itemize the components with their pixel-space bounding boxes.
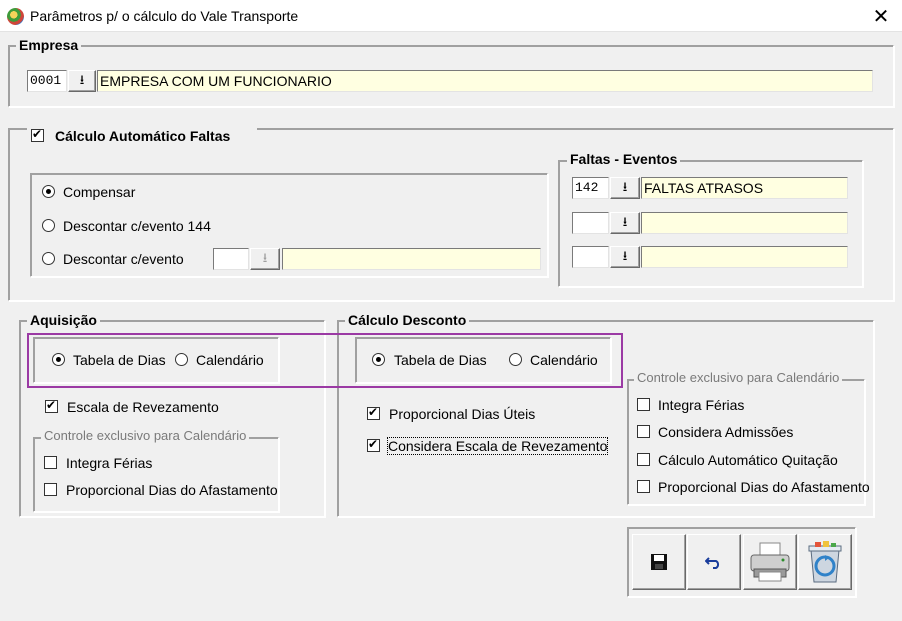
label-descontar-evento: Descontar c/evento <box>63 251 184 267</box>
calculo-quitacao-label: Cálculo Automático Quitação <box>658 452 838 468</box>
download-arrow-icon: ⭳ <box>622 215 628 230</box>
escala-revezamento-checkbox[interactable] <box>45 398 58 413</box>
evento-desc-field-3 <box>641 246 848 268</box>
faltas-checkbox-label: Cálculo Automático Faltas <box>55 128 231 144</box>
label-compensar: Compensar <box>63 184 136 200</box>
descontar-evento-code-input[interactable] <box>213 248 249 270</box>
calculo-desconto-legend: Cálculo Desconto <box>345 312 470 328</box>
undo-button[interactable] <box>687 534 741 590</box>
close-icon[interactable]: ✕ <box>868 1 894 31</box>
label-descontar-144: Descontar c/evento 144 <box>63 218 211 234</box>
evento-lookup-button-1[interactable]: ⭳ <box>610 177 640 199</box>
considera-admissoes-label: Considera Admissões <box>658 424 794 440</box>
desconto-integra-ferias-checkbox[interactable] <box>637 398 650 411</box>
empresa-lookup-button[interactable]: ⭳ <box>68 70 96 92</box>
highlight-rectangle <box>27 333 623 388</box>
evento-desc-field-2 <box>641 212 848 234</box>
title-bar: Parâmetros p/ o cálculo do Vale Transpor… <box>0 0 902 32</box>
radio-descontar-144[interactable] <box>42 219 55 232</box>
descontar-evento-lookup-button[interactable]: ⭳ <box>250 248 280 270</box>
descontar-evento-desc-field <box>282 248 541 270</box>
empresa-code-input[interactable]: 0001 <box>27 70 67 92</box>
aquisicao-legend: Aquisição <box>27 312 100 328</box>
download-arrow-icon: ⭳ <box>622 180 628 195</box>
aquisicao-controle-legend: Controle exclusivo para Calendário <box>41 428 250 443</box>
aquisicao-controle-box <box>33 437 279 512</box>
desconto-proporcional-afastamento-checkbox[interactable] <box>637 480 650 493</box>
aquisicao-proporcional-afastamento-label: Proporcional Dias do Afastamento <box>66 482 278 498</box>
radio-compensar[interactable] <box>42 185 55 198</box>
app-icon <box>7 8 24 25</box>
empresa-legend: Empresa <box>16 37 82 53</box>
proporcional-dias-uteis-checkbox[interactable] <box>367 405 380 420</box>
considera-escala-checkbox[interactable] <box>367 437 380 452</box>
evento-lookup-button-2[interactable]: ⭳ <box>610 212 640 234</box>
aquisicao-integra-ferias-label: Integra Férias <box>66 455 153 471</box>
desconto-proporcional-afastamento-label: Proporcional Dias do Afastamento <box>658 479 870 495</box>
recycle-bin-icon <box>808 541 842 583</box>
considera-escala-label: Considera Escala de Revezamento <box>386 437 609 455</box>
evento-lookup-button-3[interactable]: ⭳ <box>610 246 640 268</box>
escala-revezamento-label: Escala de Revezamento <box>67 399 219 415</box>
evento-code-input-3[interactable] <box>572 246 609 268</box>
proporcional-dias-uteis-label: Proporcional Dias Úteis <box>389 406 536 422</box>
download-arrow-icon: ⭳ <box>622 249 628 264</box>
calculo-quitacao-checkbox[interactable] <box>637 453 650 466</box>
save-icon <box>651 554 667 570</box>
considera-admissoes-checkbox[interactable] <box>637 425 650 438</box>
radio-descontar-evento[interactable] <box>42 252 55 265</box>
desconto-integra-ferias-label: Integra Férias <box>658 397 745 413</box>
aquisicao-proporcional-afastamento-checkbox[interactable] <box>44 483 57 496</box>
evento-code-input-1[interactable]: 142 <box>572 177 609 199</box>
faltas-eventos-legend: Faltas - Eventos <box>567 151 681 167</box>
window-title: Parâmetros p/ o cálculo do Vale Transpor… <box>30 8 299 24</box>
empresa-name-field: EMPRESA COM UM FUNCIONARIO <box>97 70 873 92</box>
save-button[interactable] <box>632 534 686 590</box>
aquisicao-integra-ferias-checkbox[interactable] <box>44 456 57 469</box>
print-button[interactable] <box>743 534 797 590</box>
faltas-checkbox[interactable] <box>31 127 44 142</box>
desconto-controle-legend: Controle exclusivo para Calendário <box>634 370 843 385</box>
recycle-button[interactable] <box>798 534 852 590</box>
undo-icon <box>705 557 720 569</box>
printer-icon <box>750 542 790 582</box>
download-arrow-icon: ⭳ <box>79 73 85 88</box>
download-arrow-icon: ⭳ <box>262 251 268 266</box>
evento-code-input-2[interactable] <box>572 212 609 234</box>
evento-desc-field-1: FALTAS ATRASOS <box>641 177 848 199</box>
